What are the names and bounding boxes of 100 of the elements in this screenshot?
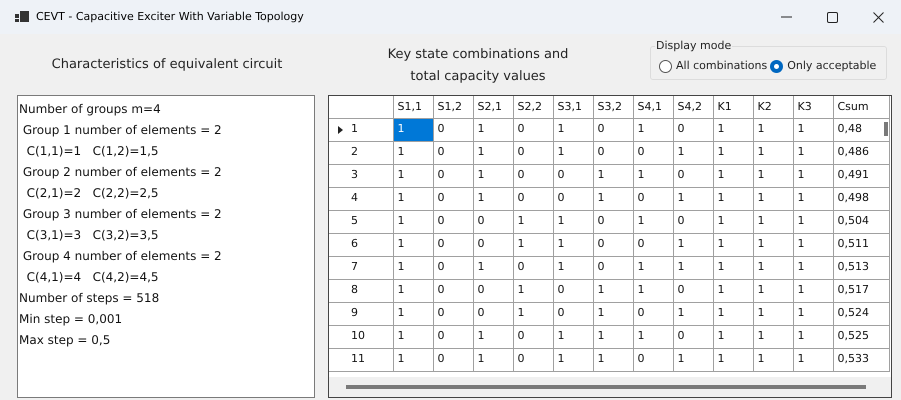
table-cell[interactable]: 1 (753, 141, 793, 164)
table-cell[interactable]: 1 (633, 164, 673, 187)
table-cell[interactable]: 0 (473, 279, 513, 302)
column-header[interactable]: S1,1 (393, 96, 433, 118)
column-header[interactable]: K1 (713, 96, 753, 118)
radio-option[interactable]: All combinations (659, 58, 768, 74)
table-cell[interactable]: 0 (673, 164, 713, 187)
table-cell[interactable]: 1 (393, 256, 433, 279)
table-cell[interactable]: 1 (753, 256, 793, 279)
table-cell[interactable]: 0,486 (833, 141, 889, 164)
table-cell[interactable]: 1 (713, 210, 753, 233)
table-cell[interactable]: 1 (713, 141, 753, 164)
table-cell[interactable]: 1 (513, 233, 553, 256)
table-cell[interactable]: 0 (433, 348, 473, 371)
table-cell[interactable]: 0,498 (833, 187, 889, 210)
table-cell[interactable]: 0 (673, 279, 713, 302)
table-cell[interactable]: 1 (553, 233, 593, 256)
table-cell[interactable]: 1 (673, 187, 713, 210)
table-cell[interactable]: 1 (793, 187, 833, 210)
column-header[interactable]: S3,2 (593, 96, 633, 118)
table-cell[interactable]: 0 (593, 141, 633, 164)
table-cell[interactable]: 1 (393, 118, 433, 141)
table-cell[interactable]: 1 (553, 118, 593, 141)
table-cell[interactable]: 1 (713, 233, 753, 256)
column-header[interactable]: S1,2 (433, 96, 473, 118)
table-cell[interactable]: 1 (473, 325, 513, 348)
row-header[interactable]: 8 (351, 282, 358, 299)
table-cell[interactable]: 1 (393, 141, 433, 164)
table-cell[interactable]: 1 (473, 348, 513, 371)
table-cell[interactable]: 1 (593, 164, 633, 187)
table-cell[interactable]: 1 (793, 210, 833, 233)
table-cell[interactable]: 0 (633, 141, 673, 164)
table-cell[interactable]: 1 (713, 256, 753, 279)
table-cell[interactable]: 0 (513, 164, 553, 187)
table-cell[interactable]: 0 (673, 325, 713, 348)
column-header[interactable]: K2 (753, 96, 793, 118)
table-cell[interactable]: 1 (713, 302, 753, 325)
radio-option[interactable]: Only acceptable (770, 58, 876, 74)
row-header[interactable]: 1 (351, 121, 358, 138)
table-cell[interactable]: 1 (713, 187, 753, 210)
table-cell[interactable]: 1 (513, 302, 553, 325)
table-cell[interactable]: 1 (593, 348, 633, 371)
table-cell[interactable]: 1 (713, 325, 753, 348)
table-cell[interactable]: 1 (593, 325, 633, 348)
table-cell[interactable]: 1 (393, 279, 433, 302)
table-cell[interactable]: 1 (393, 325, 433, 348)
table-cell[interactable]: 1 (393, 233, 433, 256)
table-cell[interactable]: 1 (553, 325, 593, 348)
column-header[interactable]: S4,2 (673, 96, 713, 118)
table-cell[interactable]: 1 (753, 118, 793, 141)
table-cell[interactable]: 1 (793, 325, 833, 348)
horizontal-scrollbar[interactable] (329, 377, 891, 397)
table-cell[interactable]: 0,491 (833, 164, 889, 187)
table-cell[interactable]: 1 (473, 164, 513, 187)
column-header[interactable]: S4,1 (633, 96, 673, 118)
table-cell[interactable]: 1 (793, 233, 833, 256)
table-cell[interactable]: 0 (513, 325, 553, 348)
row-header[interactable]: 11 (351, 351, 365, 368)
table-cell[interactable]: 1 (753, 302, 793, 325)
table-cell[interactable]: 1 (673, 233, 713, 256)
table-cell[interactable]: 0 (593, 256, 633, 279)
table-cell[interactable]: 1 (393, 210, 433, 233)
row-header[interactable]: 5 (351, 213, 358, 230)
table-cell[interactable]: 0 (553, 279, 593, 302)
column-header[interactable]: Csum (833, 96, 889, 118)
table-cell[interactable]: 0 (433, 325, 473, 348)
table-cell[interactable]: 1 (753, 164, 793, 187)
table-cell[interactable]: 0 (433, 210, 473, 233)
table-cell[interactable]: 1 (553, 256, 593, 279)
table-cell[interactable]: 0,524 (833, 302, 889, 325)
table-cell[interactable]: 1 (633, 210, 673, 233)
table-cell[interactable]: 1 (673, 302, 713, 325)
table-cell[interactable]: 1 (713, 279, 753, 302)
table-cell[interactable]: 1 (553, 141, 593, 164)
row-header[interactable]: 2 (351, 144, 358, 161)
table-cell[interactable]: 0 (553, 164, 593, 187)
table-cell[interactable]: 0 (593, 118, 633, 141)
table-cell[interactable]: 1 (793, 256, 833, 279)
column-header[interactable]: S3,1 (553, 96, 593, 118)
table-cell[interactable]: 1 (753, 210, 793, 233)
table-cell[interactable]: 0 (433, 279, 473, 302)
table-cell[interactable]: 1 (753, 325, 793, 348)
row-header[interactable]: 7 (351, 259, 358, 276)
table-cell[interactable]: 1 (473, 256, 513, 279)
table-cell[interactable]: 0 (473, 233, 513, 256)
column-header[interactable]: S2,1 (473, 96, 513, 118)
table-cell[interactable]: 0 (433, 141, 473, 164)
table-cell[interactable]: 0 (513, 141, 553, 164)
table-cell[interactable]: 1 (713, 118, 753, 141)
row-header[interactable]: 4 (351, 190, 358, 207)
table-cell[interactable]: 1 (673, 256, 713, 279)
table-cell[interactable]: 1 (753, 187, 793, 210)
table-cell[interactable]: 1 (673, 348, 713, 371)
table-cell[interactable]: 0 (673, 210, 713, 233)
table-cell[interactable]: 1 (593, 302, 633, 325)
table-cell[interactable]: 1 (553, 348, 593, 371)
table-cell[interactable]: 1 (473, 141, 513, 164)
table-cell[interactable]: 1 (793, 348, 833, 371)
table-cell[interactable]: 0 (513, 348, 553, 371)
table-cell[interactable]: 0 (633, 233, 673, 256)
